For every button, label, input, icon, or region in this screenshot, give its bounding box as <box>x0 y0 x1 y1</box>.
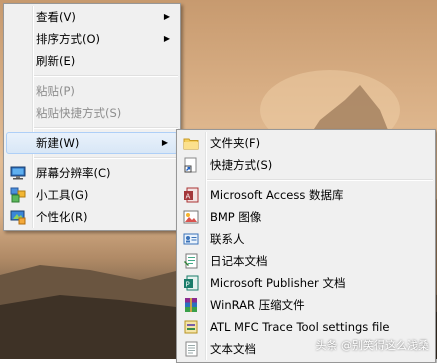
menu-item-sort-by[interactable]: 排序方式(O) ▶ <box>4 28 180 50</box>
submenu-item-label: 快捷方式(S) <box>210 158 273 172</box>
submenu-item-label: 日记本文档 <box>210 254 268 268</box>
desktop-context-menu: 查看(V) ▶ 排序方式(O) ▶ 刷新(E) 粘贴(P) 粘贴快捷方式(S) … <box>3 3 181 231</box>
new-submenu: 文件夹(F) 快捷方式(S) A Microsoft Access 数据库 BM… <box>176 129 436 363</box>
menu-item-personalize[interactable]: 个性化(R) <box>4 206 180 228</box>
shortcut-icon <box>184 157 197 173</box>
new-access-database-item[interactable]: A Microsoft Access 数据库 <box>177 184 435 206</box>
menu-separator <box>34 75 178 77</box>
new-journal-document-item[interactable]: 日记本文档 <box>177 250 435 272</box>
menu-separator <box>34 157 178 159</box>
submenu-item-label: Microsoft Access 数据库 <box>210 188 344 202</box>
menu-item-label: 查看(V) <box>36 10 76 24</box>
trace-tool-settings-icon <box>184 320 198 334</box>
menu-item-gadgets[interactable]: 小工具(G) <box>4 184 180 206</box>
menu-item-label: 刷新(E) <box>36 54 76 68</box>
monitor-icon <box>10 166 26 180</box>
new-trace-tool-settings-item[interactable]: ATL MFC Trace Tool settings file <box>177 316 435 338</box>
submenu-item-label: 联系人 <box>210 232 245 246</box>
contact-icon <box>183 233 199 245</box>
access-database-icon: A <box>184 187 199 203</box>
bmp-image-icon <box>183 210 199 224</box>
svg-text:P: P <box>186 281 190 289</box>
menu-item-label: 屏幕分辨率(C) <box>36 166 111 180</box>
submenu-item-label: Microsoft Publisher 文档 <box>210 276 346 290</box>
menu-item-view[interactable]: 查看(V) ▶ <box>4 6 180 28</box>
new-folder-item[interactable]: 文件夹(F) <box>177 132 435 154</box>
menu-item-label: 个性化(R) <box>36 210 88 224</box>
submenu-arrow-icon: ▶ <box>163 12 170 21</box>
submenu-item-label: 文本文档 <box>210 342 256 356</box>
folder-icon <box>183 138 199 150</box>
submenu-item-label: ATL MFC Trace Tool settings file <box>210 320 390 334</box>
new-publisher-document-item[interactable]: P Microsoft Publisher 文档 <box>177 272 435 294</box>
watermark-text: 头条 @别笑得这么浅桑 <box>315 339 430 352</box>
new-bmp-image-item[interactable]: BMP 图像 <box>177 206 435 228</box>
personalize-icon <box>10 210 26 225</box>
menu-item-paste: 粘贴(P) <box>4 80 180 102</box>
journal-document-icon <box>184 253 198 269</box>
gadgets-icon <box>10 187 26 203</box>
svg-text:A: A <box>186 193 191 201</box>
winrar-archive-icon <box>185 298 197 312</box>
menu-item-screen-resolution[interactable]: 屏幕分辨率(C) <box>4 162 180 184</box>
new-winrar-archive-item[interactable]: WinRAR 压缩文件 <box>177 294 435 316</box>
new-contact-item[interactable]: 联系人 <box>177 228 435 250</box>
menu-item-new[interactable]: 新建(W) ▶ <box>6 132 178 154</box>
submenu-item-label: 文件夹(F) <box>210 136 261 150</box>
menu-item-label: 小工具(G) <box>36 188 89 202</box>
menu-separator <box>207 179 433 181</box>
submenu-item-label: BMP 图像 <box>210 210 262 224</box>
publisher-document-icon: P <box>184 275 199 291</box>
menu-separator <box>34 127 178 129</box>
menu-item-label: 粘贴(P) <box>36 84 75 98</box>
menu-item-paste-shortcut: 粘贴快捷方式(S) <box>4 102 180 124</box>
text-document-icon <box>185 341 198 357</box>
menu-item-label: 粘贴快捷方式(S) <box>36 106 122 120</box>
submenu-item-label: WinRAR 压缩文件 <box>210 298 305 312</box>
menu-item-label: 新建(W) <box>36 136 80 150</box>
menu-item-refresh[interactable]: 刷新(E) <box>4 50 180 72</box>
menu-item-label: 排序方式(O) <box>36 32 101 46</box>
new-shortcut-item[interactable]: 快捷方式(S) <box>177 154 435 176</box>
submenu-arrow-icon: ▶ <box>163 34 170 43</box>
submenu-arrow-icon: ▶ <box>161 138 168 147</box>
